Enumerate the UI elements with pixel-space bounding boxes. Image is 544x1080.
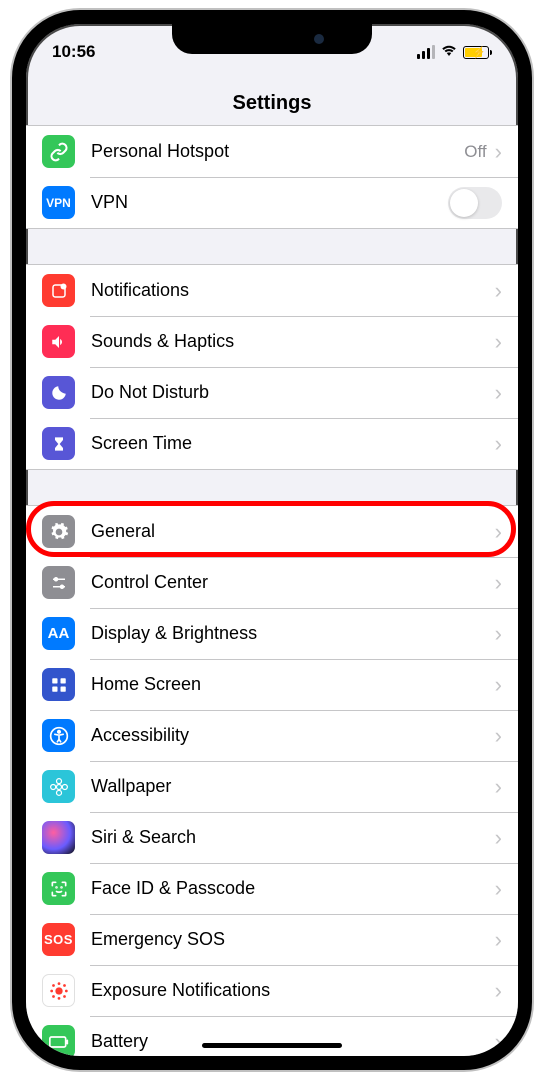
section-general: General › Control Center › AA Display & … — [26, 505, 518, 1056]
row-control-center[interactable]: Control Center › — [26, 557, 518, 608]
row-display[interactable]: AA Display & Brightness › — [26, 608, 518, 659]
row-label: Do Not Disturb — [91, 382, 495, 403]
row-siri[interactable]: Siri & Search › — [26, 812, 518, 863]
chevron-right-icon: › — [495, 980, 502, 1002]
page-title: Settings — [26, 92, 518, 115]
section-gap — [26, 470, 518, 505]
vpn-icon: VPN — [42, 186, 75, 219]
section-connectivity: Personal Hotspot Off › VPN VPN — [26, 125, 518, 229]
row-sounds[interactable]: Sounds & Haptics › — [26, 316, 518, 367]
chevron-right-icon: › — [495, 674, 502, 696]
row-face-id[interactable]: Face ID & Passcode › — [26, 863, 518, 914]
row-label: Siri & Search — [91, 827, 495, 848]
text-size-icon: AA — [42, 617, 75, 650]
row-label: Face ID & Passcode — [91, 878, 495, 899]
row-emergency-sos[interactable]: SOS Emergency SOS › — [26, 914, 518, 965]
chevron-right-icon: › — [495, 331, 502, 353]
phone-frame: 10:56 ⚡ Settings Personal Hotspot — [12, 10, 532, 1070]
status-indicators: ⚡ — [417, 43, 493, 62]
row-label: Battery — [91, 1031, 495, 1052]
battery-icon: ⚡ — [463, 46, 492, 59]
row-personal-hotspot[interactable]: Personal Hotspot Off › — [26, 126, 518, 177]
section-gap — [26, 229, 518, 264]
flower-icon — [42, 770, 75, 803]
row-label: Control Center — [91, 572, 495, 593]
chevron-right-icon: › — [495, 521, 502, 543]
row-label: Wallpaper — [91, 776, 495, 797]
row-label: Accessibility — [91, 725, 495, 746]
chevron-right-icon: › — [495, 725, 502, 747]
row-general[interactable]: General › — [26, 506, 518, 557]
notifications-icon — [42, 274, 75, 307]
speaker-icon — [42, 325, 75, 358]
row-notifications[interactable]: Notifications › — [26, 265, 518, 316]
status-time: 10:56 — [52, 42, 95, 62]
row-battery[interactable]: Battery › — [26, 1016, 518, 1056]
row-exposure-notifications[interactable]: Exposure Notifications › — [26, 965, 518, 1016]
home-indicator[interactable] — [202, 1043, 342, 1048]
hourglass-icon — [42, 427, 75, 460]
cellular-signal-icon — [417, 45, 436, 59]
row-label: Emergency SOS — [91, 929, 495, 950]
chevron-right-icon: › — [495, 382, 502, 404]
row-label: Notifications — [91, 280, 495, 301]
accessibility-icon — [42, 719, 75, 752]
notch — [172, 24, 372, 54]
chevron-right-icon: › — [495, 827, 502, 849]
chevron-right-icon: › — [495, 280, 502, 302]
chevron-right-icon: › — [495, 572, 502, 594]
vpn-toggle[interactable] — [448, 187, 502, 219]
chevron-right-icon: › — [495, 433, 502, 455]
sos-icon: SOS — [42, 923, 75, 956]
chevron-right-icon: › — [495, 1031, 502, 1053]
moon-icon — [42, 376, 75, 409]
page-header: Settings — [26, 68, 518, 125]
section-notifications: Notifications › Sounds & Haptics › Do No… — [26, 264, 518, 470]
chevron-right-icon: › — [495, 141, 502, 163]
row-home-screen[interactable]: Home Screen › — [26, 659, 518, 710]
row-label: Sounds & Haptics — [91, 331, 495, 352]
row-screen-time[interactable]: Screen Time › — [26, 418, 518, 469]
row-accessibility[interactable]: Accessibility › — [26, 710, 518, 761]
row-vpn[interactable]: VPN VPN — [26, 177, 518, 228]
battery-icon — [42, 1025, 75, 1056]
row-label: Display & Brightness — [91, 623, 495, 644]
row-label: VPN — [91, 192, 448, 213]
row-label: General — [91, 521, 495, 542]
row-wallpaper[interactable]: Wallpaper › — [26, 761, 518, 812]
face-id-icon — [42, 872, 75, 905]
chevron-right-icon: › — [495, 878, 502, 900]
row-value: Off — [464, 142, 486, 162]
wifi-icon — [440, 43, 458, 62]
row-label: Screen Time — [91, 433, 495, 454]
sliders-icon — [42, 566, 75, 599]
siri-icon — [42, 821, 75, 854]
gear-icon — [42, 515, 75, 548]
link-icon — [42, 135, 75, 168]
row-label: Personal Hotspot — [91, 141, 464, 162]
grid-icon — [42, 668, 75, 701]
settings-scroll-area[interactable]: Settings Personal Hotspot Off › VPN VPN — [26, 68, 518, 1056]
exposure-icon — [42, 974, 75, 1007]
chevron-right-icon: › — [495, 623, 502, 645]
chevron-right-icon: › — [495, 776, 502, 798]
row-do-not-disturb[interactable]: Do Not Disturb › — [26, 367, 518, 418]
row-label: Exposure Notifications — [91, 980, 495, 1001]
row-label: Home Screen — [91, 674, 495, 695]
chevron-right-icon: › — [495, 929, 502, 951]
